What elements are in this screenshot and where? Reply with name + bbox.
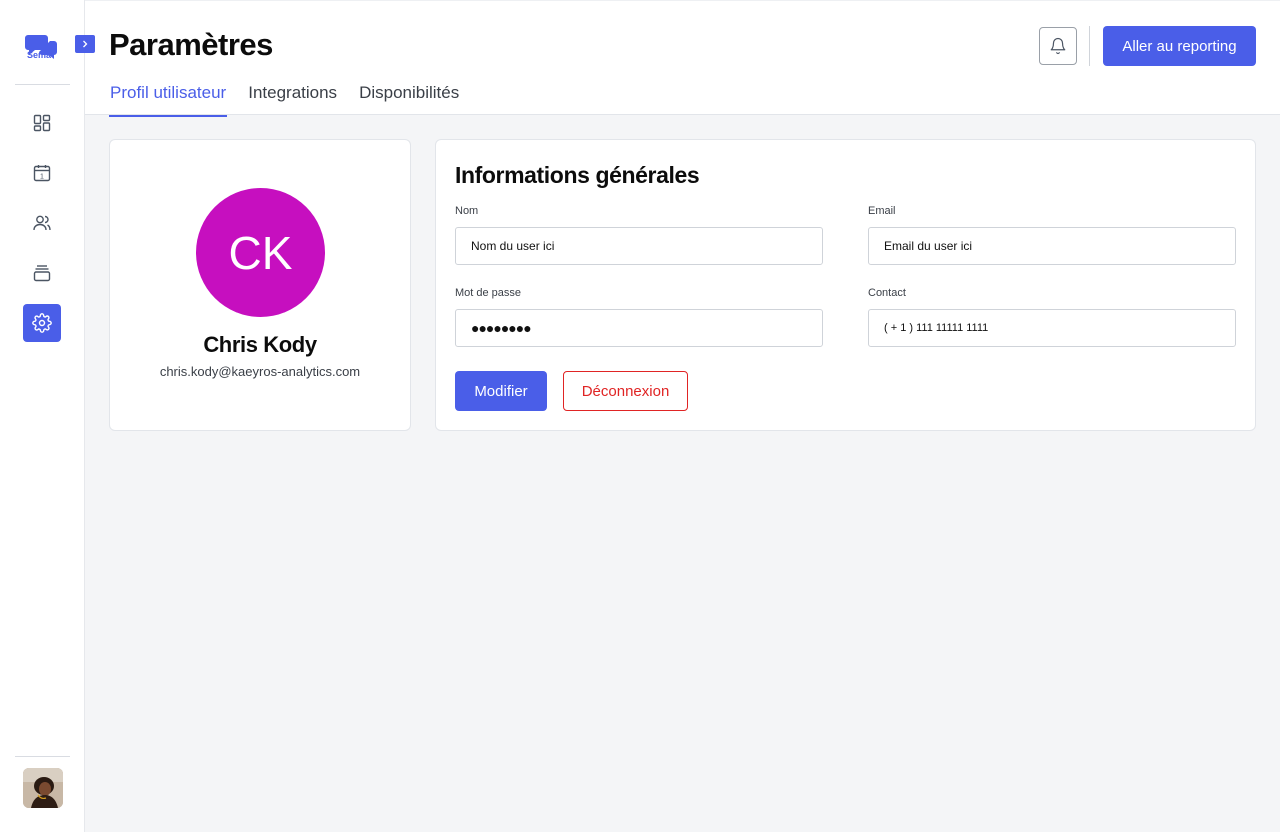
- sidebar-item-calendar[interactable]: 1: [23, 154, 61, 192]
- bell-icon: [1050, 37, 1066, 55]
- password-label: Mot de passe: [455, 287, 522, 299]
- users-icon: [33, 215, 51, 231]
- name-label: Nom: [455, 205, 479, 217]
- sidebar-item-stack[interactable]: [23, 254, 61, 292]
- profile-initials-avatar: CK: [196, 188, 325, 317]
- section-title: Informations générales: [455, 162, 700, 188]
- user-avatar[interactable]: [23, 768, 63, 808]
- chevron-right-icon: [83, 40, 88, 48]
- expand-sidebar-button[interactable]: [75, 35, 95, 53]
- modify-button[interactable]: Modifier: [455, 371, 547, 411]
- header-divider: [1089, 26, 1090, 66]
- sidebar-item-settings[interactable]: [23, 304, 61, 342]
- name-field[interactable]: Nom du user ici: [455, 227, 823, 265]
- sidebar-item-dashboard[interactable]: [23, 104, 61, 142]
- sidebar: Sema 1: [0, 0, 85, 832]
- settings-tabs: Profil utilisateur Integrations Disponib…: [109, 83, 480, 117]
- stack-icon: [33, 265, 51, 282]
- profile-email: chris.kody@kaeyros-analytics.com: [159, 364, 361, 379]
- gear-icon: [32, 313, 52, 333]
- tab-integrations[interactable]: Integrations: [247, 83, 338, 117]
- contact-label: Contact: [868, 287, 906, 299]
- svg-text:1: 1: [40, 174, 44, 181]
- email-field[interactable]: Email du user ici: [868, 227, 1236, 265]
- notifications-button[interactable]: [1039, 27, 1077, 65]
- go-to-reporting-button[interactable]: Aller au reporting: [1103, 26, 1256, 66]
- email-label: Email: [868, 205, 896, 217]
- tab-user-profile[interactable]: Profil utilisateur: [109, 83, 228, 117]
- profile-card: CK Chris Kody chris.kody@kaeyros-analyti…: [109, 139, 411, 431]
- logout-button[interactable]: Déconnexion: [563, 371, 688, 411]
- general-info-card: Informations générales Nom Nom du user i…: [435, 139, 1256, 431]
- page-header: Paramètres Aller au reporting Profil uti…: [85, 0, 1280, 117]
- sidebar-divider: [15, 84, 70, 85]
- tab-availability[interactable]: Disponibilités: [358, 83, 460, 117]
- logo-text: Sema: [27, 50, 52, 60]
- contact-field[interactable]: ( + 1 ) 111 11111 1111: [868, 309, 1236, 347]
- profile-name: Chris Kody: [203, 332, 317, 357]
- calendar-icon: 1: [33, 165, 51, 182]
- sidebar-divider: [15, 756, 70, 757]
- password-field[interactable]: ●●●●●●●●: [455, 309, 823, 347]
- page-title: Paramètres: [109, 27, 273, 62]
- dashboard-icon: [33, 114, 51, 132]
- sidebar-item-users[interactable]: [23, 204, 61, 242]
